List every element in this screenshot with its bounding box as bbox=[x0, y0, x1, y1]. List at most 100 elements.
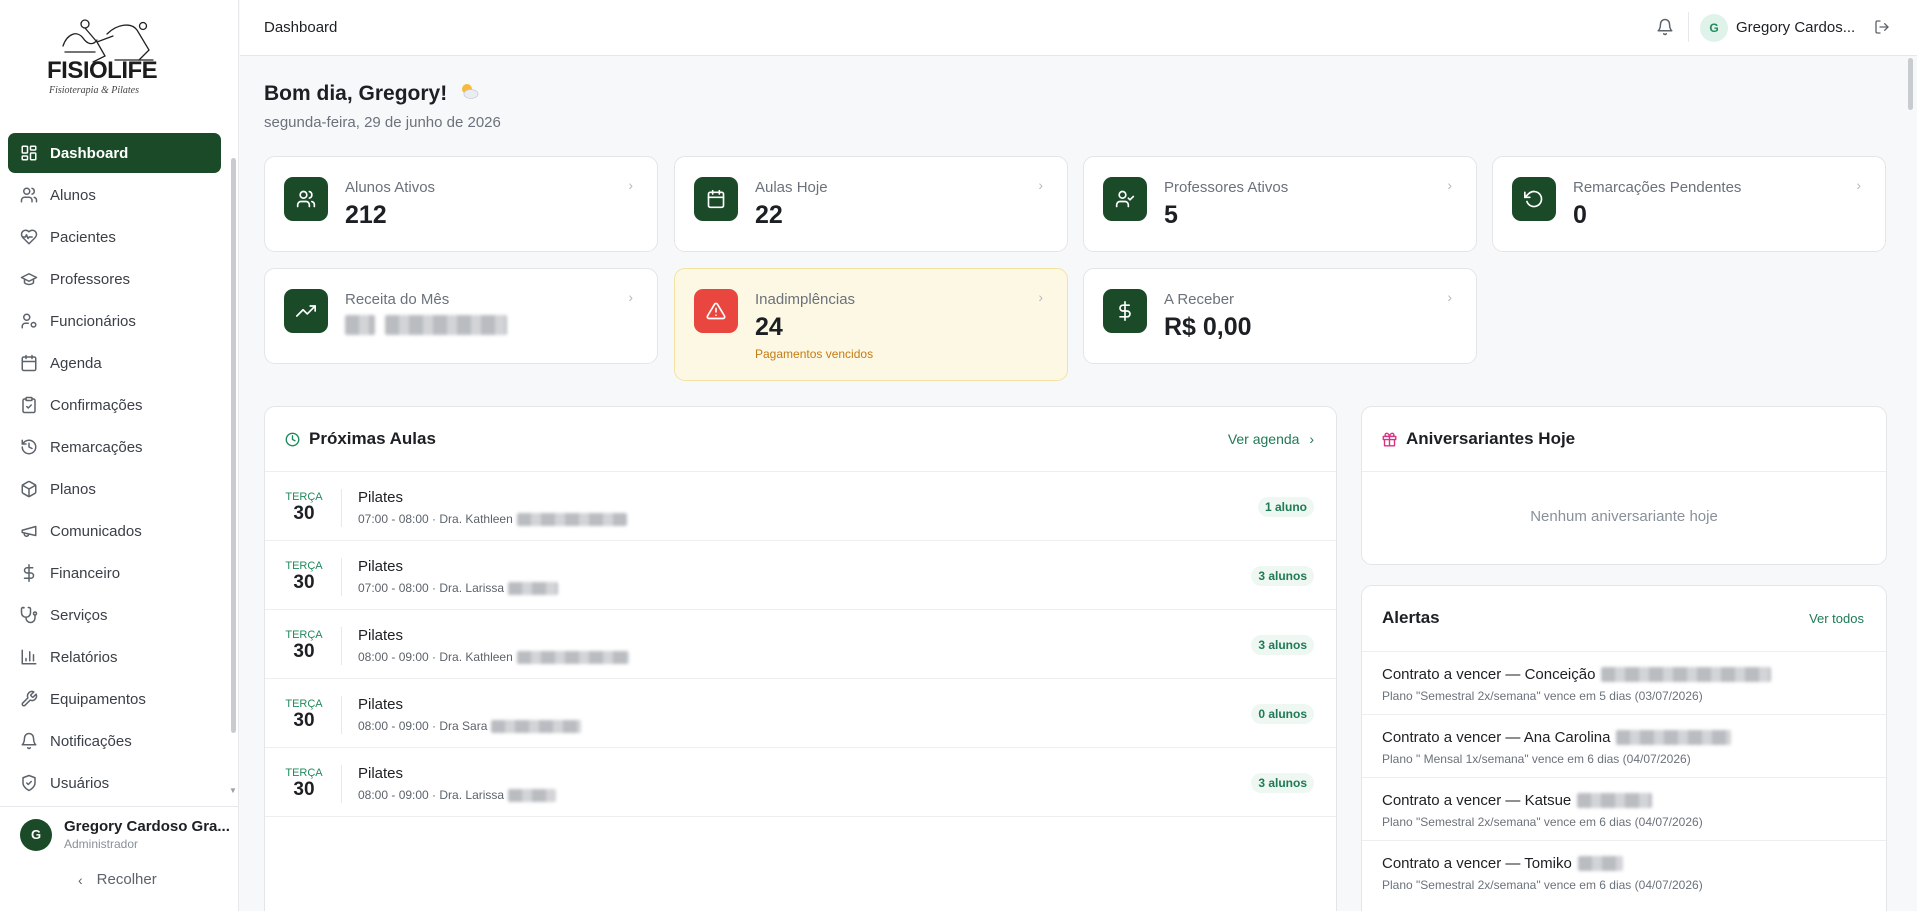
class-name: Pilates bbox=[358, 765, 404, 782]
collapse-label: Recolher bbox=[96, 871, 157, 888]
main-scrollbar[interactable] bbox=[1908, 58, 1913, 110]
redacted-text bbox=[516, 650, 629, 664]
class-weekday: TERÇA bbox=[285, 629, 323, 641]
stat-card-aulas-hoje[interactable]: Aulas Hoje 22 › bbox=[674, 156, 1068, 252]
sidebar-item-agenda[interactable]: Agenda bbox=[8, 343, 221, 383]
alert-title: Contrato a vencer — Katsue bbox=[1382, 792, 1653, 809]
stat-card-remarcacoes-pendentes[interactable]: Remarcações Pendentes 0 › bbox=[1492, 156, 1886, 252]
class-weekday: TERÇA bbox=[285, 491, 323, 503]
ver-agenda-link[interactable]: Ver agenda › bbox=[1228, 431, 1314, 447]
chevron-right-icon: › bbox=[628, 177, 633, 193]
stat-card-receita-do-mes[interactable]: Receita do Mês › bbox=[264, 268, 658, 364]
alert-item[interactable]: Contrato a vencer — Conceição Plano "Seme… bbox=[1362, 651, 1886, 714]
class-info: 08:00 - 09:00 · Dra Sara bbox=[358, 719, 582, 733]
class-row[interactable]: TERÇA 30 Pilates 07:00 - 08:00 · Dra. Laris… bbox=[265, 541, 1336, 610]
stat-value-redacted bbox=[345, 315, 508, 335]
stat-value: R$ 0,00 bbox=[1164, 313, 1252, 341]
student-count-badge: 1 aluno bbox=[1257, 497, 1314, 517]
alert-item[interactable]: Contrato a vencer — Katsue Plano "Semestr… bbox=[1362, 777, 1886, 840]
class-row[interactable]: TERÇA 30 Pilates 08:00 - 09:00 · Dra. Laris… bbox=[265, 748, 1336, 817]
sidebar-item-relatorios[interactable]: Relatórios bbox=[8, 637, 221, 677]
sidebar-user[interactable]: G Gregory Cardoso Gra... Administrador bbox=[20, 818, 230, 851]
sidebar-item-alunos[interactable]: Alunos bbox=[8, 175, 221, 215]
user-name: Gregory Cardoso Gra... bbox=[64, 818, 230, 835]
stat-card-a-receber[interactable]: A Receber R$ 0,00 › bbox=[1083, 268, 1477, 364]
svg-text:Fisioterapia & Pilates: Fisioterapia & Pilates bbox=[48, 85, 139, 96]
greeting-text: Bom dia, Gregory! bbox=[264, 82, 448, 105]
stat-value: 22 bbox=[755, 201, 783, 229]
class-row[interactable]: TERÇA 30 Pilates 08:00 - 09:00 · Dra Sara 0 … bbox=[265, 679, 1336, 748]
sidebar-item-label: Planos bbox=[50, 480, 96, 498]
collapse-button[interactable]: ‹ Recolher bbox=[78, 871, 157, 888]
sidebar-item-pacientes[interactable]: Pacientes bbox=[8, 217, 221, 257]
sidebar-item-dashboard[interactable]: Dashboard bbox=[8, 133, 221, 173]
stat-card-professores-ativos[interactable]: Professores Ativos 5 › bbox=[1083, 156, 1477, 252]
stethoscope-icon bbox=[20, 606, 38, 624]
class-day-number: 30 bbox=[293, 503, 315, 524]
stat-value: 212 bbox=[345, 201, 387, 229]
sidebar-item-remarcacoes[interactable]: Remarcações bbox=[8, 427, 221, 467]
stat-label: Remarcações Pendentes bbox=[1573, 179, 1742, 196]
class-row[interactable]: TERÇA 30 Pilates 07:00 - 08:00 · Dra. Kathl… bbox=[265, 472, 1336, 541]
birthdays-panel: Aniversariantes Hoje Nenhum aniversarian… bbox=[1361, 406, 1887, 565]
stat-label: Inadimplências bbox=[755, 291, 856, 308]
megaphone-icon bbox=[21, 525, 37, 537]
alert-title-text: Contrato a vencer — Katsue bbox=[1382, 792, 1572, 809]
stat-value: 5 bbox=[1164, 201, 1178, 229]
sidebar-item-label: Equipamentos bbox=[50, 690, 146, 708]
sidebar-item-label: Pacientes bbox=[50, 228, 116, 246]
graduation-cap-icon bbox=[20, 273, 38, 286]
chevron-right-icon: › bbox=[1038, 177, 1043, 193]
sidebar-item-label: Dashboard bbox=[50, 144, 129, 162]
sidebar-item-financeiro[interactable]: Financeiro bbox=[8, 553, 221, 593]
rotate-ccw-icon bbox=[1524, 190, 1543, 208]
class-row[interactable]: TERÇA 30 Pilates 08:00 - 09:00 · Dra. Kathl… bbox=[265, 610, 1336, 679]
bell-icon[interactable] bbox=[1656, 18, 1674, 36]
alert-title: Contrato a vencer — Tomiko bbox=[1382, 855, 1623, 872]
wrench-icon bbox=[21, 690, 38, 707]
bell-icon bbox=[21, 732, 37, 750]
sidebar-item-servicos[interactable]: Serviços bbox=[8, 595, 221, 635]
scroll-down-icon[interactable]: ▼ bbox=[229, 786, 237, 795]
class-name: Pilates bbox=[358, 489, 404, 506]
chevron-right-icon: › bbox=[1309, 431, 1314, 447]
sidebar-item-comunicados[interactable]: Comunicados bbox=[8, 511, 221, 551]
sidebar-item-planos[interactable]: Planos bbox=[8, 469, 221, 509]
sidebar-item-usuarios[interactable]: Usuários bbox=[8, 763, 221, 803]
redacted-text bbox=[1616, 730, 1732, 745]
sidebar-item-label: Confirmações bbox=[50, 396, 143, 414]
class-day-number: 30 bbox=[293, 779, 315, 800]
divider bbox=[341, 696, 342, 734]
calendar-icon bbox=[707, 189, 725, 209]
sidebar-item-professores[interactable]: Professores bbox=[8, 259, 221, 299]
stat-value: 0 bbox=[1573, 201, 1587, 229]
sidebar-item-notificacoes[interactable]: Notificações bbox=[8, 721, 221, 761]
user-name[interactable]: Gregory Cardos... bbox=[1736, 19, 1861, 36]
sidebar-item-funcionarios[interactable]: Funcionários bbox=[8, 301, 221, 341]
fisiolife-logo[interactable]: FISIOLIFE Fisioterapia & Pilates bbox=[45, 16, 195, 102]
panel-title: Aniversariantes Hoje bbox=[1406, 429, 1576, 448]
history-icon bbox=[21, 439, 37, 455]
sidebar-item-label: Notificações bbox=[50, 732, 132, 750]
sidebar-item-equipamentos[interactable]: Equipamentos bbox=[8, 679, 221, 719]
divider bbox=[341, 627, 342, 665]
logout-icon[interactable] bbox=[1874, 19, 1890, 35]
stat-card-inadimplencias[interactable]: Inadimplências 24 Pagamentos vencidos › bbox=[674, 268, 1068, 381]
alert-item[interactable]: Contrato a vencer — Tomiko Plano "Semestr… bbox=[1362, 840, 1886, 903]
avatar: G bbox=[20, 818, 52, 851]
avatar[interactable]: G bbox=[1700, 14, 1728, 42]
sidebar-nav: Dashboard Alunos Pacientes Professores Funci… bbox=[8, 133, 221, 805]
class-info: 08:00 - 09:00 · Dra. Larissa bbox=[358, 788, 557, 802]
stat-card-alunos-ativos[interactable]: Alunos Ativos 212 › bbox=[264, 156, 658, 252]
sidebar-scrollbar[interactable] bbox=[231, 158, 236, 733]
sidebar: FISIOLIFE Fisioterapia & Pilates Dashboa… bbox=[0, 0, 239, 911]
greeting: Bom dia, Gregory! bbox=[264, 82, 479, 106]
heart-pulse-icon bbox=[20, 229, 38, 245]
sidebar-item-confirmacoes[interactable]: Confirmações bbox=[8, 385, 221, 425]
shield-check-icon bbox=[22, 774, 36, 792]
class-weekday: TERÇA bbox=[285, 698, 323, 710]
user-check-icon bbox=[1115, 190, 1135, 208]
ver-todos-link[interactable]: Ver todos bbox=[1809, 611, 1864, 626]
alert-item[interactable]: Contrato a vencer — Ana Carolina Plano " … bbox=[1362, 714, 1886, 777]
class-day-number: 30 bbox=[293, 710, 315, 731]
